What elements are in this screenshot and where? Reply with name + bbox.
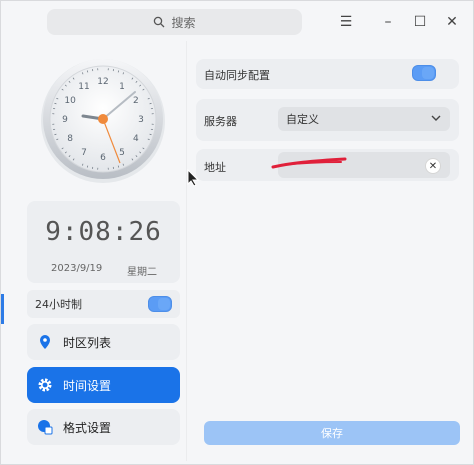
server-select[interactable]: 自定义	[278, 107, 450, 131]
nav-label: 时区列表	[63, 335, 112, 350]
clock-numeral: 10	[64, 96, 76, 106]
redacted-scribble	[271, 157, 347, 169]
clock-numeral: 7	[81, 148, 87, 158]
calendar-format-icon	[37, 419, 53, 435]
digital-clock-card: 9:08:26 2023/9/19 星期二	[27, 201, 180, 283]
clock-numeral: 12	[97, 77, 108, 87]
search-placeholder: 搜索	[171, 15, 196, 30]
nav-label: 时间设置	[63, 378, 112, 393]
server-value: 自定义	[286, 113, 319, 126]
chevron-down-icon	[431, 115, 441, 121]
auto-sync-row: 自动同步配置	[196, 59, 459, 89]
window: 搜索 ☰ – ☐ ✕ 12 1 2 3 4 5 6 7 8 9 10 11 9:…	[0, 0, 474, 465]
column-divider	[186, 41, 187, 461]
close-icon[interactable]: ✕	[441, 11, 463, 33]
clock-numeral: 11	[78, 82, 89, 92]
clock-numeral: 9	[62, 115, 68, 125]
minimize-icon[interactable]: –	[377, 11, 399, 33]
address-label: 地址	[204, 161, 226, 174]
date-text: 2023/9/19	[51, 263, 103, 274]
analog-clock: 12 1 2 3 4 5 6 7 8 9 10 11	[27, 49, 180, 193]
toggle-24h-label: 24小时制	[35, 298, 82, 311]
clock-numeral: 4	[133, 134, 139, 144]
search-icon	[154, 16, 165, 28]
toggle-24h-switch[interactable]	[148, 296, 172, 312]
clock-numeral: 8	[67, 134, 73, 144]
nav-time-settings[interactable]: 时间设置	[27, 367, 180, 403]
nav-timezone-list[interactable]: 时区列表	[27, 324, 180, 360]
nav-format-settings[interactable]: 格式设置	[27, 409, 180, 445]
scroll-indicator	[1, 294, 4, 324]
titlebar: 搜索 ☰ – ☐ ✕	[1, 1, 474, 41]
server-label: 服务器	[204, 115, 237, 128]
auto-sync-switch[interactable]	[412, 65, 436, 81]
location-pin-icon	[37, 334, 53, 350]
mouse-cursor-icon	[187, 169, 200, 187]
search-input[interactable]: 搜索	[47, 9, 302, 35]
save-label: 保存	[321, 427, 343, 440]
auto-sync-label: 自动同步配置	[204, 69, 270, 82]
nav-label: 格式设置	[63, 420, 112, 435]
clock-numeral: 3	[138, 115, 144, 125]
digital-time: 9:08:26	[45, 217, 162, 247]
clock-numeral: 5	[119, 148, 125, 158]
gear-icon	[37, 377, 53, 393]
maximize-icon[interactable]: ☐	[409, 11, 431, 33]
server-row: 服务器 自定义	[196, 99, 459, 141]
toggle-24h-row: 24小时制	[27, 290, 180, 318]
clock-numeral: 1	[119, 82, 125, 92]
weekday-text: 星期二	[127, 267, 157, 278]
clock-numeral: 2	[133, 96, 139, 106]
clear-icon[interactable]: ✕	[425, 158, 441, 174]
clock-numeral: 6	[100, 153, 106, 163]
menu-icon[interactable]: ☰	[335, 11, 357, 33]
save-button[interactable]: 保存	[204, 421, 460, 445]
